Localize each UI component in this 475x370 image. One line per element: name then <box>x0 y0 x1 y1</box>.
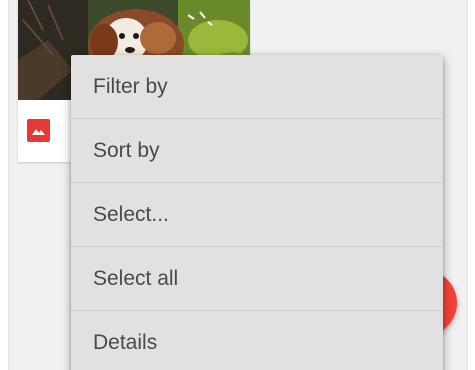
menu-item-filter-by[interactable]: Filter by <box>71 55 443 119</box>
menu-item-select[interactable]: Select... <box>71 183 443 247</box>
menu-item-details[interactable]: Details <box>71 311 443 370</box>
menu-item-select-all[interactable]: Select all <box>71 247 443 311</box>
menu-item-sort-by[interactable]: Sort by <box>71 119 443 183</box>
overflow-menu: Filter by Sort by Select... Select all D… <box>71 55 443 370</box>
image-icon <box>27 119 50 142</box>
gallery-screen: Filter by Sort by Select... Select all D… <box>8 0 468 370</box>
